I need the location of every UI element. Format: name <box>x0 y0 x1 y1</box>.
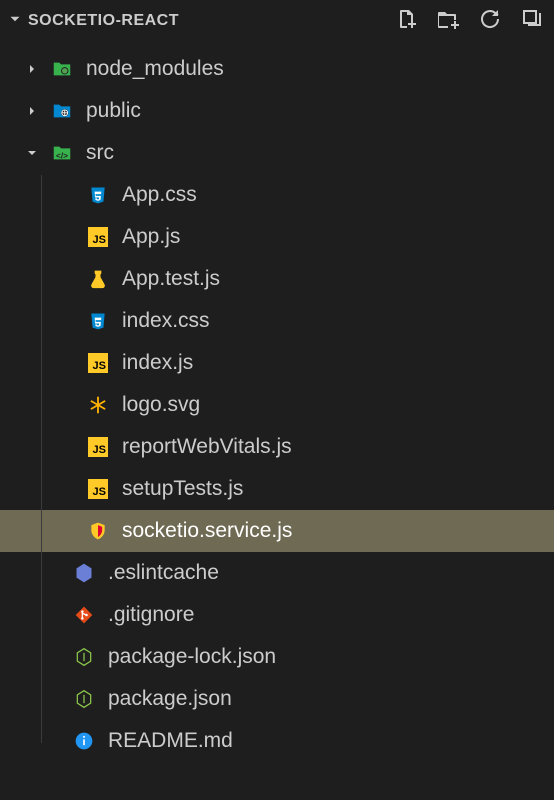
item-label: .eslintcache <box>108 561 219 585</box>
shield-icon <box>86 519 110 543</box>
indent-guide <box>41 175 42 743</box>
css-icon <box>86 183 110 207</box>
item-label: public <box>86 99 141 123</box>
chevron-down-icon[interactable] <box>6 10 24 33</box>
file-row[interactable]: socketio.service.js <box>0 510 554 552</box>
file-row[interactable]: package-lock.json <box>0 636 554 678</box>
explorer-header: SOCKETIO-REACT <box>0 0 554 42</box>
svg-icon <box>86 393 110 417</box>
chevron-right-icon[interactable] <box>22 103 42 119</box>
js-icon: JS <box>86 351 110 375</box>
file-row[interactable]: README.md <box>0 720 554 762</box>
git-icon <box>72 603 96 627</box>
item-label: index.css <box>122 309 210 333</box>
file-row[interactable]: JS App.js <box>0 216 554 258</box>
info-icon <box>72 729 96 753</box>
collapse-all-icon[interactable] <box>520 7 544 36</box>
node-icon <box>72 645 96 669</box>
test-icon <box>86 267 110 291</box>
file-row[interactable]: .gitignore <box>0 594 554 636</box>
chevron-right-icon[interactable] <box>22 61 42 77</box>
css-icon <box>86 309 110 333</box>
file-row[interactable]: logo.svg <box>0 384 554 426</box>
new-file-icon[interactable] <box>394 7 418 36</box>
js-icon: JS <box>86 435 110 459</box>
item-label: reportWebVitals.js <box>122 435 292 459</box>
item-label: App.test.js <box>122 267 220 291</box>
new-folder-icon[interactable] <box>436 7 460 36</box>
item-label: node_modules <box>86 57 224 81</box>
file-row[interactable]: App.test.js <box>0 258 554 300</box>
item-label: src <box>86 141 114 165</box>
file-row[interactable]: JS reportWebVitals.js <box>0 426 554 468</box>
file-row[interactable]: .eslintcache <box>0 552 554 594</box>
refresh-icon[interactable] <box>478 7 502 36</box>
folder-src-icon: </> <box>50 141 74 165</box>
folder-row[interactable]: node_modules <box>0 48 554 90</box>
folder-row[interactable]: </> src <box>0 132 554 174</box>
item-label: .gitignore <box>108 603 194 627</box>
explorer-panel: SOCKETIO-REACT node_modules public </> <box>0 0 554 762</box>
js-icon: JS <box>86 477 110 501</box>
js-icon: JS <box>86 225 110 249</box>
item-label: index.js <box>122 351 193 375</box>
item-label: socketio.service.js <box>122 519 292 543</box>
folder-public-icon <box>50 99 74 123</box>
file-row[interactable]: JS setupTests.js <box>0 468 554 510</box>
svg-text:</>: </> <box>56 152 68 161</box>
file-row[interactable]: App.css <box>0 174 554 216</box>
file-row[interactable]: package.json <box>0 678 554 720</box>
item-label: package.json <box>108 687 232 711</box>
item-label: package-lock.json <box>108 645 276 669</box>
file-row[interactable]: index.css <box>0 300 554 342</box>
item-label: App.js <box>122 225 180 249</box>
file-tree: node_modules public </> src App.css JS A… <box>0 42 554 762</box>
item-label: App.css <box>122 183 197 207</box>
item-label: logo.svg <box>122 393 200 417</box>
item-label: README.md <box>108 729 233 753</box>
node-icon <box>72 687 96 711</box>
hex-icon <box>72 561 96 585</box>
folder-node-icon <box>50 57 74 81</box>
chevron-down-icon[interactable] <box>22 145 42 161</box>
folder-row[interactable]: public <box>0 90 554 132</box>
project-name: SOCKETIO-REACT <box>28 12 179 30</box>
item-label: setupTests.js <box>122 477 243 501</box>
file-row[interactable]: JS index.js <box>0 342 554 384</box>
